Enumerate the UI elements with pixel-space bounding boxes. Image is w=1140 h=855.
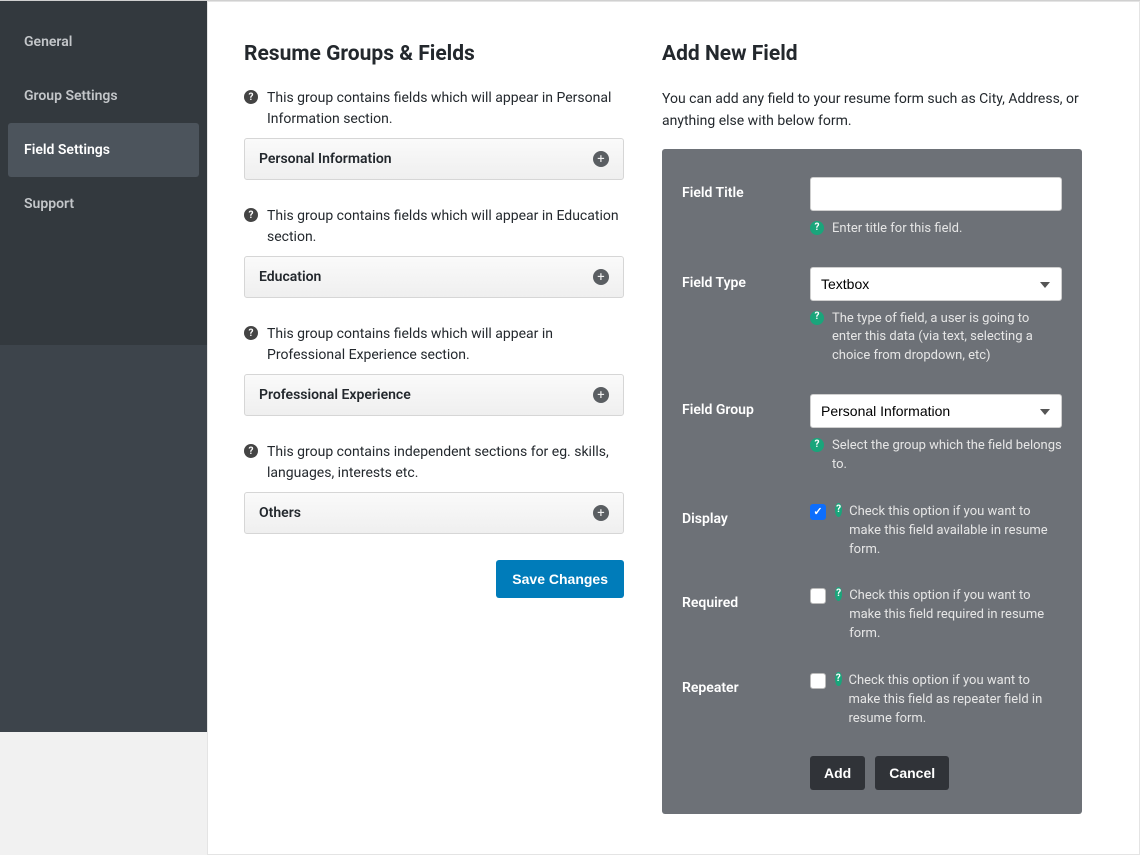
label-field-title: Field Title bbox=[682, 177, 810, 239]
row-repeater: Repeater ? Check this option if you want… bbox=[682, 672, 1062, 729]
question-icon: ? bbox=[244, 90, 258, 104]
repeater-checkbox[interactable] bbox=[810, 673, 826, 689]
question-icon: ? bbox=[244, 326, 258, 340]
group-description: ? This group contains independent sectio… bbox=[244, 442, 624, 484]
add-field-panel: Field Title ? Enter title for this field… bbox=[662, 149, 1082, 815]
field-group-value[interactable] bbox=[810, 394, 1062, 428]
label-field-type: Field Type bbox=[682, 267, 810, 367]
question-icon: ? bbox=[810, 311, 824, 325]
question-icon: ? bbox=[835, 503, 842, 517]
question-icon: ? bbox=[244, 208, 258, 222]
help-text: The type of field, a user is going to en… bbox=[832, 310, 1062, 367]
label-display: Display bbox=[682, 503, 810, 560]
sidebar-item-label: Group Settings bbox=[24, 88, 118, 104]
question-icon: ? bbox=[835, 587, 842, 601]
column-groups: Resume Groups & Fields ? This group cont… bbox=[244, 42, 624, 814]
sidebar-item-label: General bbox=[24, 34, 72, 50]
accordion-personal-information[interactable]: Personal Information + bbox=[244, 138, 624, 180]
group-description: ? This group contains fields which will … bbox=[244, 88, 624, 130]
plus-icon: + bbox=[593, 387, 609, 403]
sidebar-item-label: Support bbox=[24, 196, 74, 212]
help-text: Select the group which the field belongs… bbox=[832, 437, 1062, 475]
add-button[interactable]: Add bbox=[810, 756, 865, 790]
label-required: Required bbox=[682, 587, 810, 644]
column-add-field: Add New Field You can add any field to y… bbox=[662, 42, 1082, 814]
group-description-text: This group contains fields which will ap… bbox=[267, 206, 624, 248]
question-icon: ? bbox=[244, 444, 258, 458]
accordion-title: Others bbox=[259, 505, 301, 521]
label-field-group: Field Group bbox=[682, 394, 810, 475]
group-description-text: This group contains fields which will ap… bbox=[267, 88, 624, 130]
required-checkbox[interactable] bbox=[810, 588, 826, 604]
sidebar-rest bbox=[0, 345, 207, 732]
accordion-professional-experience[interactable]: Professional Experience + bbox=[244, 374, 624, 416]
app-root: General Group Settings Field Settings Su… bbox=[0, 0, 1140, 738]
accordion-education[interactable]: Education + bbox=[244, 256, 624, 298]
group-description-text: This group contains fields which will ap… bbox=[267, 324, 624, 366]
row-display: Display ? Check this option if you want … bbox=[682, 503, 1062, 560]
save-changes-button[interactable]: Save Changes bbox=[496, 560, 624, 598]
cancel-button[interactable]: Cancel bbox=[875, 756, 949, 790]
sidebar-item-general[interactable]: General bbox=[0, 15, 207, 69]
group-description-text: This group contains independent sections… bbox=[267, 442, 624, 484]
group-description: ? This group contains fields which will … bbox=[244, 206, 624, 248]
accordion-title: Education bbox=[259, 269, 321, 285]
question-icon: ? bbox=[810, 221, 824, 235]
help-text: Check this option if you want to make th… bbox=[849, 503, 1062, 560]
field-type-select[interactable] bbox=[810, 267, 1062, 301]
sidebar-item-label: Field Settings bbox=[24, 142, 110, 158]
sidebar-item-field-settings[interactable]: Field Settings bbox=[8, 123, 199, 177]
plus-icon: + bbox=[593, 505, 609, 521]
add-field-intro: You can add any field to your resume for… bbox=[662, 88, 1082, 133]
question-icon: ? bbox=[835, 672, 842, 686]
help-text: Check this option if you want to make th… bbox=[849, 587, 1062, 644]
main-row: General Group Settings Field Settings Su… bbox=[0, 1, 1140, 855]
group-description: ? This group contains fields which will … bbox=[244, 324, 624, 366]
help-text: Enter title for this field. bbox=[832, 220, 962, 239]
sidebar-item-group-settings[interactable]: Group Settings bbox=[0, 69, 207, 123]
field-type-value[interactable] bbox=[810, 267, 1062, 301]
sidebar-item-support[interactable]: Support bbox=[0, 177, 207, 231]
display-checkbox[interactable] bbox=[810, 504, 826, 520]
row-field-title: Field Title ? Enter title for this field… bbox=[682, 177, 1062, 239]
row-field-group: Field Group ? Select the group which the… bbox=[682, 394, 1062, 475]
plus-icon: + bbox=[593, 151, 609, 167]
plus-icon: + bbox=[593, 269, 609, 285]
question-icon: ? bbox=[810, 438, 824, 452]
label-repeater: Repeater bbox=[682, 672, 810, 729]
row-required: Required ? Check this option if you want… bbox=[682, 587, 1062, 644]
accordion-title: Professional Experience bbox=[259, 387, 411, 403]
accordion-others[interactable]: Others + bbox=[244, 492, 624, 534]
sidebar: General Group Settings Field Settings Su… bbox=[0, 1, 207, 732]
field-group-select[interactable] bbox=[810, 394, 1062, 428]
help-text: Check this option if you want to make th… bbox=[849, 672, 1063, 729]
accordion-title: Personal Information bbox=[259, 151, 392, 167]
field-title-input[interactable] bbox=[810, 177, 1062, 211]
groups-heading: Resume Groups & Fields bbox=[244, 42, 624, 66]
content: Resume Groups & Fields ? This group cont… bbox=[207, 1, 1140, 855]
add-field-heading: Add New Field bbox=[662, 42, 1082, 66]
row-field-type: Field Type ? The type of field, a user i… bbox=[682, 267, 1062, 367]
